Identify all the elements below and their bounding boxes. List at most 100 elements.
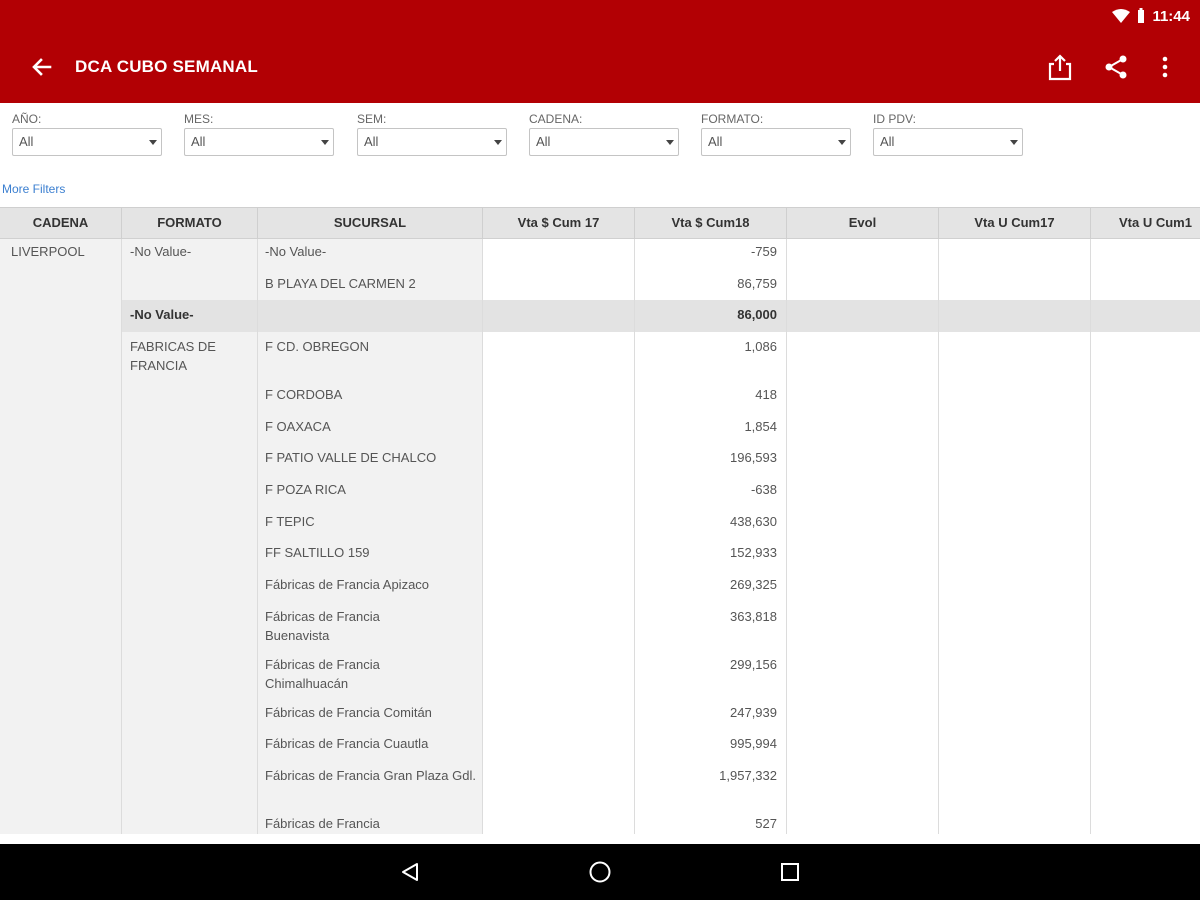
cadena-cell: LIVERPOOL (11, 244, 85, 259)
dropdown-caret-icon (1010, 140, 1018, 145)
vta-cum18-cell: -759 (750, 244, 777, 259)
filter-ano: AÑO: All (12, 111, 162, 156)
filter-formato-select[interactable]: All (701, 128, 851, 156)
header-vta-cum18[interactable]: Vta $ Cum18 (635, 208, 787, 239)
status-bar: 11:44 (1112, 6, 1190, 26)
sucursal-cell: F OAXACA (265, 419, 331, 434)
filter-label: AÑO: (12, 112, 42, 126)
header-formato[interactable]: FORMATO (122, 208, 258, 239)
sucursal-cell: Fábricas de Francia Apizaco (265, 577, 430, 592)
recents-square-icon (781, 863, 799, 881)
export-icon (1048, 54, 1072, 81)
header-cadena[interactable]: CADENA (0, 208, 122, 239)
app-bar: 11:44 DCA CUBO SEMANAL (0, 0, 1200, 103)
table-bottom-spacer (0, 834, 1200, 844)
page-title: DCA CUBO SEMANAL (75, 57, 258, 76)
battery-icon (1138, 8, 1145, 23)
header-vta-u-cum18[interactable]: Vta U Cum1 (1091, 208, 1200, 239)
sucursal-cell: -No Value- (265, 244, 327, 259)
vta-cum18-cell: 418 (755, 387, 777, 402)
more-vert-icon (1162, 56, 1168, 78)
sucursal-cell: Fábricas de Francia Buenavista (265, 609, 380, 643)
column-divider (121, 239, 122, 834)
nav-home-button[interactable] (586, 858, 614, 886)
filter-sem-select[interactable]: All (357, 128, 507, 156)
filter-label: SEM: (357, 112, 387, 126)
filter-label: CADENA: (529, 112, 583, 126)
more-filters-link[interactable]: More Filters (2, 182, 65, 196)
filter-value: All (364, 134, 379, 149)
filter-cadena-select[interactable]: All (529, 128, 679, 156)
vta-cum18-cell: 269,325 (730, 577, 777, 592)
filter-mes-select[interactable]: All (184, 128, 334, 156)
pivot-table: CADENA FORMATO SUCURSAL Vta $ Cum 17 Vta… (0, 207, 1200, 834)
share-button[interactable] (1101, 52, 1131, 82)
column-divider (257, 239, 258, 834)
sucursal-cell: F PATIO VALLE DE CHALCO (265, 450, 437, 465)
sucursal-cell: FF SALTILLO 159 (265, 545, 370, 560)
filter-bar: AÑO: All MES: All SEM: All CADENA: All F… (0, 103, 1200, 207)
vta-cum18-cell: 196,593 (730, 450, 777, 465)
formato-cell: FABRICAS DE FRANCIA (130, 339, 216, 373)
back-triangle-icon (402, 863, 418, 881)
dropdown-caret-icon (494, 140, 502, 145)
vta-cum18-cell: 299,156 (730, 657, 777, 672)
filter-label: MES: (184, 112, 214, 126)
filter-mes: MES: All (184, 111, 334, 156)
vta-cum18-cell: 1,957,332 (719, 768, 777, 783)
sucursal-cell: B PLAYA DEL CARMEN 2 (265, 276, 416, 291)
vta-cum18-cell: -638 (750, 482, 777, 497)
column-divider (938, 239, 939, 834)
column-divider (1090, 239, 1091, 834)
filter-id-pdv: ID PDV: All (873, 111, 1023, 156)
header-sucursal[interactable]: SUCURSAL (258, 208, 483, 239)
formato-subtotal-value: 86,000 (737, 307, 777, 322)
filter-label: FORMATO: (701, 112, 764, 126)
table-header: CADENA FORMATO SUCURSAL Vta $ Cum 17 Vta… (0, 208, 1200, 239)
filter-value: All (19, 134, 34, 149)
back-arrow-icon (32, 58, 52, 76)
vta-cum18-cell: 152,933 (730, 545, 777, 560)
export-button[interactable] (1045, 52, 1075, 82)
sucursal-cell: F CORDOBA (265, 387, 343, 402)
column-divider (634, 239, 635, 834)
filter-value: All (536, 134, 551, 149)
sucursal-cell: F CD. OBREGON (265, 339, 370, 354)
dropdown-caret-icon (321, 140, 329, 145)
back-button[interactable] (28, 53, 56, 81)
system-nav-bar (0, 844, 1200, 900)
header-vta-cum17[interactable]: Vta $ Cum 17 (483, 208, 635, 239)
formato-cell: -No Value- (130, 244, 192, 259)
filter-cadena: CADENA: All (529, 111, 679, 156)
header-evol[interactable]: Evol (787, 208, 939, 239)
filter-value: All (880, 134, 895, 149)
status-time: 11:44 (1152, 7, 1190, 25)
vta-cum18-cell: 527 (755, 816, 777, 831)
column-divider (482, 239, 483, 834)
formato-subtotal-label: -No Value- (130, 307, 194, 322)
filter-formato: FORMATO: All (701, 111, 851, 156)
sucursal-cell: Fábricas de Francia Cuautla (265, 736, 429, 751)
more-options-button[interactable] (1150, 52, 1180, 82)
dropdown-caret-icon (149, 140, 157, 145)
dropdown-caret-icon (838, 140, 846, 145)
sucursal-cell: Fábricas de Francia Comitán (265, 705, 432, 720)
sucursal-cell: Fábricas de Francia Gran Plaza Gdl. (265, 768, 476, 783)
column-divider (786, 239, 787, 834)
nav-back-button[interactable] (396, 858, 424, 886)
vta-cum18-cell: 363,818 (730, 609, 777, 624)
header-vta-u-cum17[interactable]: Vta U Cum17 (939, 208, 1091, 239)
home-circle-icon (589, 861, 611, 883)
vta-cum18-cell: 438,630 (730, 514, 777, 529)
vta-cum18-cell: 1,086 (744, 339, 777, 354)
vta-cum18-cell: 1,854 (744, 419, 777, 434)
vta-cum18-cell: 247,939 (730, 705, 777, 720)
filter-ano-select[interactable]: All (12, 128, 162, 156)
sucursal-cell: F POZA RICA (265, 482, 346, 497)
filter-id-pdv-select[interactable]: All (873, 128, 1023, 156)
filter-value: All (708, 134, 723, 149)
nav-recents-button[interactable] (776, 858, 804, 886)
dropdown-caret-icon (666, 140, 674, 145)
vta-cum18-cell: 995,994 (730, 736, 777, 751)
vta-cum18-cell: 86,759 (737, 276, 777, 291)
